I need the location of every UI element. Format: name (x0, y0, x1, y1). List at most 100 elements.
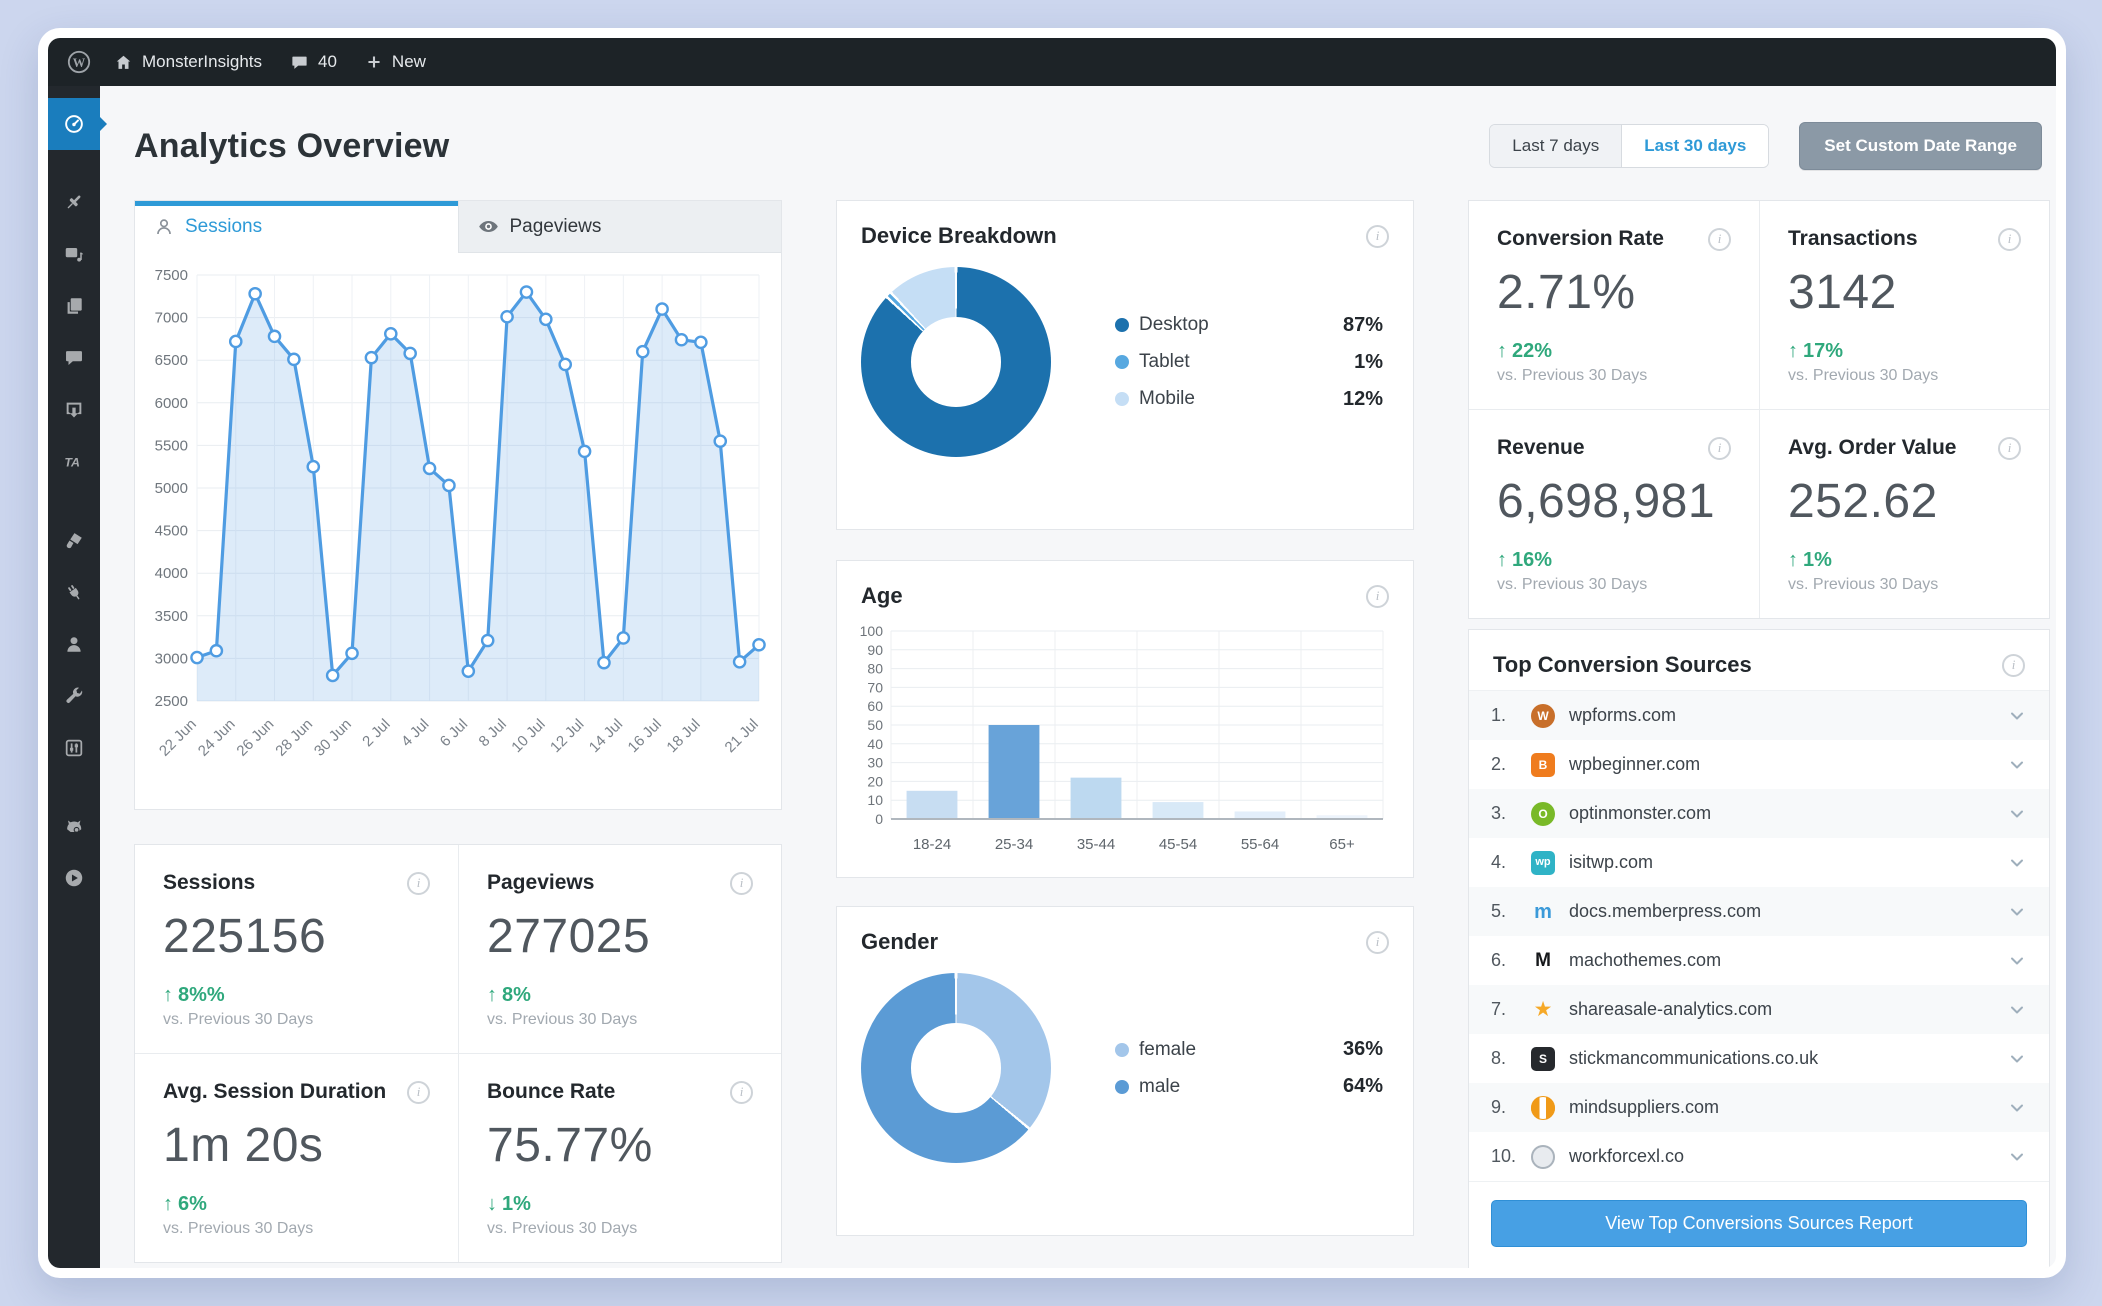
info-icon[interactable] (1366, 930, 1389, 954)
info-icon[interactable] (407, 871, 430, 895)
up-arrow-icon: ↑ (1497, 549, 1507, 571)
info-icon[interactable] (1366, 224, 1389, 248)
sidebar-item-video[interactable] (48, 852, 100, 904)
chevron-down-icon[interactable] (2007, 706, 2027, 726)
info-icon[interactable] (730, 871, 753, 895)
stat-compare: vs. Previous 30 Days (487, 1220, 638, 1237)
legend-label: Tablet (1139, 351, 1190, 372)
info-icon[interactable] (1998, 436, 2021, 460)
sidebar-item-dashboard[interactable] (48, 98, 107, 150)
panel-title: Gender (861, 929, 939, 954)
source-row-shareasale[interactable]: 7. ★ shareasale-analytics.com (1469, 985, 2049, 1034)
comment-bubble-icon (66, 351, 82, 366)
sessions-chart-panel: Sessions Pageviews 2500 3000 3500 4000 4500 5… (134, 200, 782, 810)
age-panel: Age 0 10 20 30 40 50 60 70 80 90 100 18-24 25-34 35-4… (836, 560, 1414, 878)
source-domain: machothemes.com (1569, 950, 1722, 970)
sidebar-item-comments[interactable] (48, 332, 100, 384)
info-icon[interactable] (1708, 436, 1731, 460)
new-label: New (391, 52, 426, 71)
favicon-shareasale-star-icon: ★ (1533, 998, 1553, 1021)
set-custom-date-range-button[interactable]: Set Custom Date Range (1799, 122, 2042, 170)
info-icon[interactable] (407, 1080, 430, 1104)
sidebar-item-users[interactable] (48, 618, 100, 670)
favicon-globe-icon (1531, 1144, 1555, 1169)
source-row-isitwp[interactable]: 4. wp isitwp.com (1469, 838, 2049, 887)
info-icon[interactable] (1998, 227, 2021, 251)
chevron-down-icon[interactable] (2007, 853, 2027, 873)
admin-bar-comments[interactable]: 40 (290, 52, 337, 72)
svg-text:5000: 5000 (155, 480, 188, 497)
last-30-days-button[interactable]: Last 30 days (1621, 125, 1769, 167)
sidebar-item-posts[interactable] (48, 176, 100, 228)
chevron-down-icon[interactable] (2007, 1000, 2027, 1020)
stat-change: ↑ 6% (163, 1193, 207, 1215)
main-content: Analytics Overview Last 7 days Last 30 d… (100, 86, 2056, 1268)
stat-value: 2.71% (1497, 266, 1636, 319)
sidebar-item-seo[interactable] (48, 800, 100, 852)
tab-pageviews[interactable]: Pageviews (457, 201, 781, 253)
source-row-mindsuppliers[interactable]: 9. mindsuppliers.com (1469, 1083, 2049, 1132)
view-top-conversions-sources-report-button[interactable]: View Top Conversions Sources Report (1491, 1200, 2027, 1247)
chevron-down-icon[interactable] (2007, 1147, 2027, 1167)
source-row-optinmonster[interactable]: 3. O optinmonster.com (1469, 789, 2049, 838)
svg-text:100: 100 (860, 623, 884, 639)
last-7-days-button[interactable]: Last 7 days (1490, 125, 1622, 167)
source-row-memberpress[interactable]: 5. m docs.memberpress.com (1469, 887, 2049, 936)
info-icon[interactable] (2002, 653, 2025, 677)
sidebar-item-media[interactable] (48, 228, 100, 280)
source-row-wpforms[interactable]: 1. W wpforms.com (1469, 691, 2049, 740)
source-rank: 4. (1491, 852, 1507, 872)
svg-text:6 Jul: 6 Jul (437, 716, 471, 750)
sidebar-item-appearance[interactable] (48, 514, 100, 566)
stat-value: 3142 (1788, 266, 1897, 319)
plus-icon (368, 56, 380, 68)
admin-bar-site[interactable]: MonsterInsights (114, 52, 262, 72)
info-icon[interactable] (1366, 584, 1389, 608)
gauge-dashboard-icon (65, 115, 83, 133)
sidebar-item-settings[interactable] (48, 722, 100, 774)
sidebar-item-pages[interactable] (48, 280, 100, 332)
source-rank: 10. (1491, 1146, 1517, 1166)
chevron-down-icon[interactable] (2007, 951, 2027, 971)
svg-text:4000: 4000 (155, 565, 188, 582)
svg-text:3000: 3000 (155, 650, 188, 667)
site-name: MonsterInsights (142, 52, 262, 71)
info-icon[interactable] (730, 1080, 753, 1104)
sidebar-item-tools[interactable] (48, 670, 100, 722)
admin-bar-new[interactable]: New (365, 52, 426, 72)
device-donut-chart[interactable] (861, 267, 1051, 457)
source-domain: wpbeginner.com (1569, 754, 1701, 774)
favicon-machothemes-icon: M (1535, 950, 1551, 971)
info-icon[interactable] (1708, 227, 1731, 251)
column-middle: Device Breakdown Desktop 87% (836, 200, 1414, 1236)
tab-sessions[interactable]: Sessions (135, 201, 458, 253)
chevron-down-icon[interactable] (2007, 804, 2027, 824)
svg-text:3500: 3500 (155, 608, 188, 625)
wordpress-logo-icon[interactable]: W (66, 49, 92, 75)
sidebar-item-ta-analytics[interactable]: TA (48, 436, 100, 488)
stat-change: ↑ 8% (487, 984, 531, 1006)
gender-donut-chart[interactable] (861, 973, 1051, 1163)
source-domain: shareasale-analytics.com (1569, 999, 1773, 1019)
source-row-machothemes[interactable]: 6. M machothemes.com (1469, 936, 2049, 985)
page-title: Analytics Overview (134, 126, 450, 165)
gender-legend: female 36% male 64% (1115, 1024, 1389, 1112)
source-row-wpbeginner[interactable]: 2. B wpbeginner.com (1469, 740, 2049, 789)
age-bar-chart[interactable]: 0 10 20 30 40 50 60 70 80 90 100 18-24 25-34 35-44 45-… (849, 623, 1397, 865)
source-row-workforcexl[interactable]: 10. workforcexl.co (1469, 1132, 2049, 1181)
sidebar-item-downloads[interactable] (48, 384, 100, 436)
sessions-line-chart[interactable]: 2500 3000 3500 4000 4500 5000 5500 6000 6500 7000… (141, 257, 771, 809)
legend-item-mobile: Mobile 12% (1115, 388, 1389, 411)
media-icon (65, 248, 84, 262)
eye-icon (478, 220, 498, 233)
source-row-stickman[interactable]: 8. S stickmancommunications.co.uk (1469, 1034, 2049, 1083)
chevron-down-icon[interactable] (2007, 1098, 2027, 1118)
chevron-down-icon[interactable] (2007, 755, 2027, 775)
chevron-down-icon[interactable] (2007, 1049, 2027, 1069)
source-rank: 7. (1491, 999, 1507, 1019)
svg-text:22 Jun: 22 Jun (156, 716, 200, 760)
sidebar-item-plugins[interactable] (48, 566, 100, 618)
chevron-down-icon[interactable] (2007, 902, 2027, 922)
svg-text:65+: 65+ (1329, 836, 1355, 853)
legend-value: 1% (1354, 350, 1383, 373)
